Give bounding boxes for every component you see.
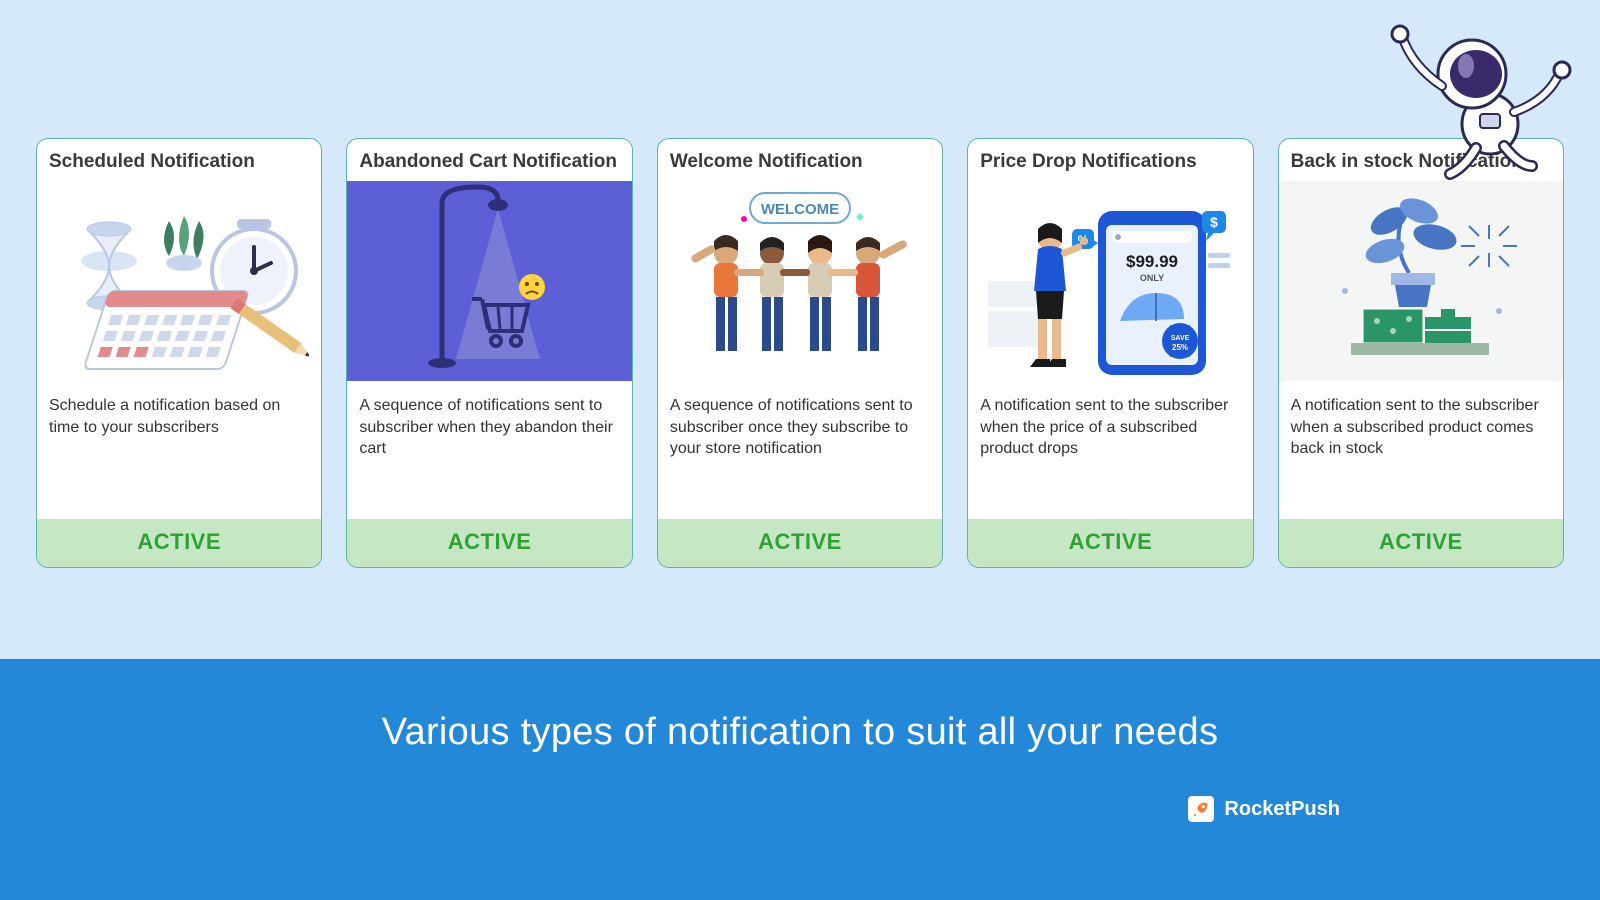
card-scheduled-notification[interactable]: Scheduled Notification <box>36 138 322 568</box>
astronaut-mascot-icon <box>1372 16 1572 186</box>
svg-text:25%: 25% <box>1172 343 1188 352</box>
welcome-badge-text: WELCOME <box>761 201 839 218</box>
card-price-drop-notifications[interactable]: Price Drop Notifications $99.99 ONLY <box>967 138 1253 568</box>
brand-name: RocketPush <box>1224 798 1340 821</box>
price-drop-illustration: $99.99 ONLY SAVE 25% $ % <box>968 181 1252 381</box>
status-badge: ACTIVE <box>1279 519 1563 567</box>
card-title: Abandoned Cart Notification <box>347 139 631 181</box>
svg-text:SAVE: SAVE <box>1171 335 1190 342</box>
card-description: A notification sent to the subscriber wh… <box>1279 381 1563 519</box>
scheduled-illustration <box>37 181 321 381</box>
card-description: A sequence of notifications sent to subs… <box>347 381 631 519</box>
banner-heading: Various types of notification to suit al… <box>0 711 1600 754</box>
status-badge: ACTIVE <box>37 519 321 567</box>
brand-logo: RocketPush <box>1188 796 1340 822</box>
status-badge: ACTIVE <box>347 519 631 567</box>
svg-text:ONLY: ONLY <box>1140 273 1164 283</box>
back-in-stock-illustration <box>1279 181 1563 381</box>
abandoned-cart-illustration <box>347 181 631 381</box>
welcome-illustration: WELCOME <box>658 181 942 381</box>
card-title: Welcome Notification <box>658 139 942 181</box>
card-back-in-stock-notification[interactable]: Back in stock Notification <box>1278 138 1564 568</box>
rocket-icon <box>1188 796 1214 822</box>
card-description: A notification sent to the subscriber wh… <box>968 381 1252 519</box>
notification-cards-row: Scheduled Notification <box>36 138 1564 568</box>
status-badge: ACTIVE <box>658 519 942 567</box>
card-welcome-notification[interactable]: Welcome Notification WELCOME <box>657 138 943 568</box>
card-title: Scheduled Notification <box>37 139 321 181</box>
card-description: Schedule a notification based on time to… <box>37 381 321 519</box>
svg-text:$: $ <box>1211 214 1219 230</box>
card-description: A sequence of notifications sent to subs… <box>658 381 942 519</box>
status-badge: ACTIVE <box>968 519 1252 567</box>
card-title: Price Drop Notifications <box>968 139 1252 181</box>
svg-text:$99.99: $99.99 <box>1126 252 1178 271</box>
card-abandoned-cart-notification[interactable]: Abandoned Cart Notification <box>346 138 632 568</box>
footer-banner: Various types of notification to suit al… <box>0 659 1600 900</box>
